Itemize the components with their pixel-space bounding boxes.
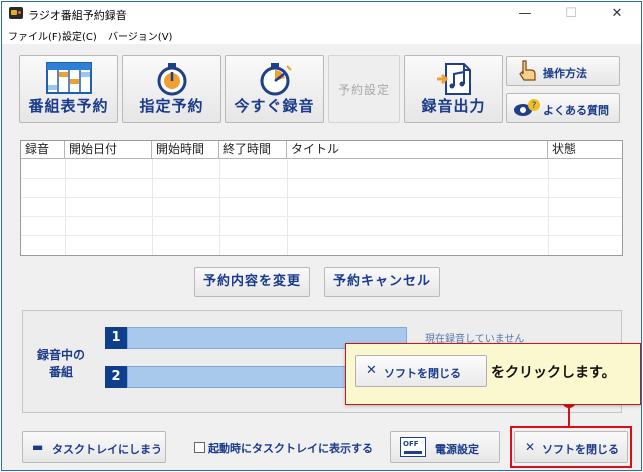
eye-question-icon: ? [514,99,540,116]
row-divider [21,197,622,198]
svg-text:?: ? [532,101,537,111]
power-settings-label: 電源設定 [435,443,479,456]
maximize-button[interactable]: ☐ [548,2,594,26]
specified-reserve-label: 指定予約 [139,97,204,115]
callout-button-label: ソフトを閉じる [384,367,461,380]
column-header-status[interactable]: 状態 [548,141,622,159]
radio-app-icon [9,7,23,19]
title-bar: ラジオ番組予約録音 — ☐ ✕ [2,2,641,26]
column-header-start-time[interactable]: 開始時間 [152,141,219,159]
record-now-label: 今すぐ録音 [234,97,315,115]
record-output-label: 録音出力 [421,97,486,115]
column-header-start-date[interactable]: 開始日付 [65,141,152,159]
row-divider [21,235,622,236]
reserve-settings-button[interactable]: 予約設定 [328,55,400,123]
faq-button[interactable]: ? よくある質問 [506,93,620,123]
column-divider [287,159,288,255]
slot-1-number: 1 [105,327,127,349]
program-table-reserve-button[interactable]: 番組表予約 [19,55,118,123]
minimize-to-tray-button[interactable]: ▬ タスクトレイにしまう [22,431,166,463]
instruction-callout: ✕ ソフトを閉じる をクリックします。 [345,343,641,405]
close-window-button[interactable]: ✕ [594,2,640,26]
menu-version[interactable]: バージョン(V) [108,28,172,43]
howto-button[interactable]: 操作方法 [506,56,620,86]
column-divider [152,159,153,255]
menu-settings[interactable]: 設定(C) [62,28,97,43]
row-divider [21,178,622,179]
minimize-to-tray-label: タスクトレイにしまう [52,443,162,456]
app-window: ラジオ番組予約録音 — ☐ ✕ ファイル(F) 設定(C) バージョン(V) 番… [1,1,642,471]
tray-icon: ▬ [32,440,44,454]
highlight-box [510,426,632,468]
startup-tray-label: 起動時にタスクトレイに表示する [208,442,373,455]
change-reservation-button[interactable]: 予約内容を変更 [194,267,310,297]
music-export-icon [436,63,471,95]
record-now-button[interactable]: 今すぐ録音 [225,55,324,123]
reserve-settings-label: 予約設定 [337,83,390,97]
column-divider [548,159,549,255]
record-output-button[interactable]: 録音出力 [404,55,503,123]
menu-file[interactable]: ファイル(F) [8,28,62,43]
power-off-icon: OFF [400,437,426,457]
startup-tray-checkbox[interactable] [194,442,205,453]
close-icon: ✕ [366,363,377,378]
column-divider [65,159,66,255]
column-header-title[interactable]: タイトル [287,141,548,159]
faq-label: よくある質問 [543,104,609,117]
recording-label-line2: 番組 [49,365,74,379]
power-settings-button[interactable]: OFF 電源設定 [390,431,500,463]
callout-close-button-image: ✕ ソフトを閉じる [355,355,487,387]
column-header-end-time[interactable]: 終了時間 [219,141,287,159]
program-table-icon [45,62,92,94]
recording-group-label: 録音中の 番組 [37,347,85,381]
column-divider [219,159,220,255]
window-title: ラジオ番組予約録音 [28,9,127,22]
reservation-table[interactable]: 録音 開始日付 開始時間 終了時間 タイトル 状態 [20,140,623,256]
column-header-record[interactable]: 録音 [21,141,65,159]
specified-reserve-button[interactable]: 指定予約 [122,55,221,123]
row-divider [21,216,622,217]
menu-bar: ファイル(F) 設定(C) バージョン(V) [2,26,641,44]
slot-2-number: 2 [105,366,127,388]
stopwatch-icon [157,63,186,96]
program-table-reserve-label: 番組表予約 [28,97,109,115]
howto-label: 操作方法 [543,67,587,80]
callout-text: をクリックします。 [491,365,616,381]
cancel-reservation-button[interactable]: 予約キャンセル [324,267,440,297]
pointing-hand-icon [519,60,536,81]
stopwatch-record-icon [260,63,292,96]
recording-label-line1: 録音中の [37,348,86,362]
minimize-button[interactable]: — [502,2,548,26]
highlight-connector [568,406,570,428]
